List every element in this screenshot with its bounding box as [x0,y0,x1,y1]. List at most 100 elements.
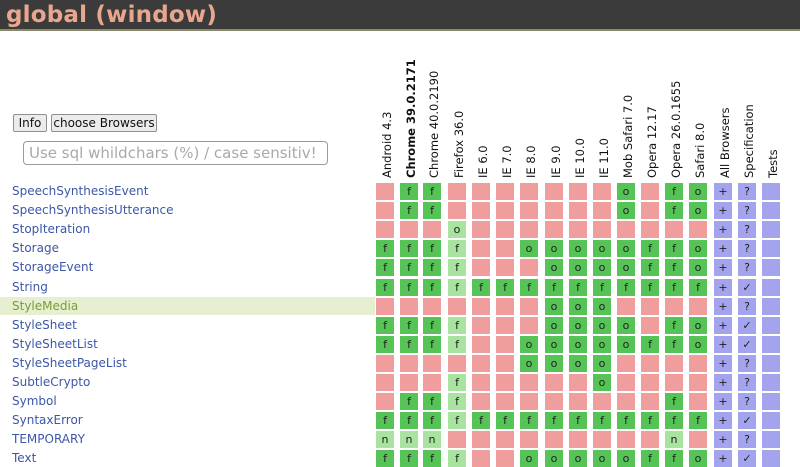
interface-name-link[interactable]: Storage [12,239,59,257]
support-cell [689,374,707,391]
choose-browsers-button[interactable]: choose Browsers [51,114,157,132]
support-cell [545,202,563,219]
column-header: Firefox 36.0 [450,20,468,180]
interface-name-link[interactable]: StyleSheetList [12,335,98,353]
column-header: Opera 26.0.1655 [667,20,685,180]
support-cell: f [448,393,466,410]
column-header-label: IE 6.0 [476,145,490,178]
support-cell: f [400,412,418,429]
support-cell: f [376,240,394,257]
column-header-label: Mob Safari 7.0 [621,94,635,178]
column-header: All Browsers [716,20,734,180]
tests-cell [762,183,780,200]
interface-name-link[interactable]: TEMPORARY [12,430,85,448]
interface-name-link[interactable]: SpeechSynthesisEvent [12,182,148,200]
interface-name-link[interactable]: StorageEvent [12,258,93,276]
specification-cell: ✓ [738,279,756,296]
support-cell: o [569,336,587,353]
support-cell [641,374,659,391]
support-cell: f [400,450,418,467]
column-header: IE 11.0 [595,20,613,180]
interface-name-link[interactable]: SyntaxError [12,411,83,429]
interface-name-link[interactable]: StyleSheetPageList [12,354,127,372]
column-header-label: IE 7.0 [500,145,514,178]
support-cell [545,374,563,391]
support-cell [641,221,659,238]
support-cell [472,259,490,276]
support-cell: o [545,336,563,353]
column-header-label: IE 9.0 [549,145,563,178]
specification-cell: ? [738,298,756,315]
support-cell: f [448,279,466,296]
support-cell [617,298,635,315]
support-cell [400,374,418,391]
support-cell: o [520,450,538,467]
support-cell: f [376,259,394,276]
interface-name-link[interactable]: Text [12,449,36,467]
support-cell [593,393,611,410]
support-cell [496,298,514,315]
column-header: IE 6.0 [474,20,492,180]
support-cell [520,259,538,276]
support-cell: f [665,317,683,334]
column-header-label: IE 11.0 [597,138,611,178]
support-cell: f [400,317,418,334]
support-cell [593,202,611,219]
support-cell [423,355,441,372]
support-cell [545,183,563,200]
interface-name-link[interactable]: SubtleCrypto [12,373,90,391]
support-cell: o [593,240,611,257]
support-cell [689,431,707,448]
column-header-label: Android 4.3 [380,111,394,178]
support-cell [472,450,490,467]
support-cell: f [423,450,441,467]
support-cell [520,221,538,238]
interface-name-link[interactable]: StyleSheet [12,316,77,334]
interface-name-link[interactable]: String [12,278,48,296]
support-cell: o [448,221,466,238]
support-cell: f [569,279,587,296]
support-cell [448,183,466,200]
support-cell [593,431,611,448]
support-cell [496,355,514,372]
interface-name-link[interactable]: SpeechSynthesisUtterance [12,201,174,219]
support-cell [496,259,514,276]
support-cell: f [617,412,635,429]
support-cell: f [448,412,466,429]
interface-name-link[interactable]: StopIteration [12,220,90,238]
support-cell [448,298,466,315]
support-cell: f [617,279,635,296]
tests-cell [762,412,780,429]
support-cell: o [545,317,563,334]
support-cell: f [448,259,466,276]
specification-cell: ? [738,431,756,448]
support-cell: o [593,259,611,276]
info-button[interactable]: Info [13,114,47,132]
support-cell [665,298,683,315]
support-cell [641,298,659,315]
support-cell: f [400,259,418,276]
support-cell: o [689,202,707,219]
support-cell: f [376,317,394,334]
interface-name-link[interactable]: StyleMedia [12,297,78,315]
support-cell: o [593,450,611,467]
search-input[interactable]: Use sql whildchars (%) / case sensitiv! [23,141,328,165]
support-cell: n [376,431,394,448]
interface-name-link[interactable]: Symbol [12,392,57,410]
support-cell [569,431,587,448]
tests-cell [762,279,780,296]
support-cell [472,336,490,353]
support-cell [472,298,490,315]
support-cell [617,355,635,372]
support-cell [496,374,514,391]
support-cell [423,298,441,315]
support-cell: f [641,412,659,429]
support-cell [593,183,611,200]
support-cell [617,374,635,391]
support-cell [400,221,418,238]
support-cell: f [520,412,538,429]
specification-cell: ✓ [738,412,756,429]
support-cell [376,183,394,200]
support-cell [472,240,490,257]
support-cell: o [617,450,635,467]
